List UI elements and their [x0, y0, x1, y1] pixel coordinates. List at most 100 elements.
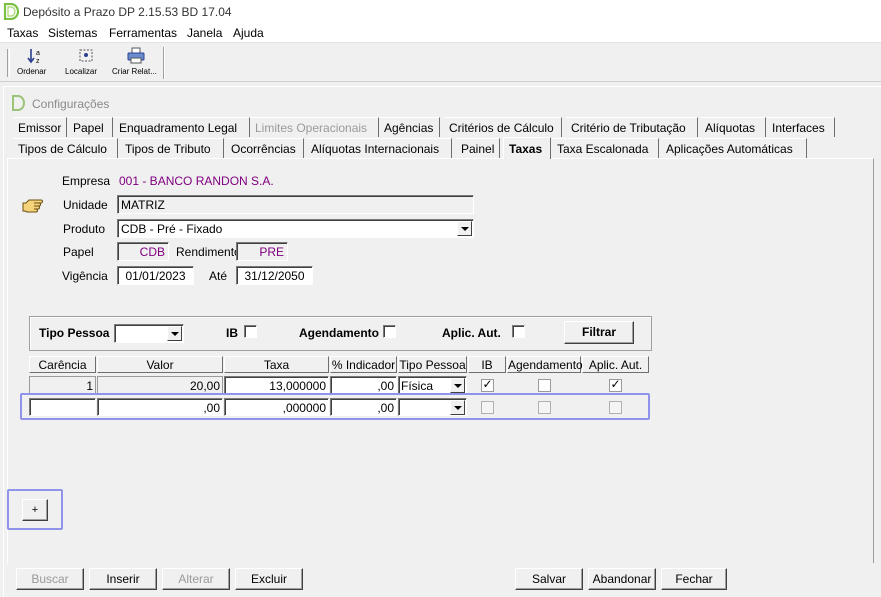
tab-agencias[interactable]: Agências — [379, 117, 440, 137]
alterar-button[interactable]: Alterar — [162, 568, 230, 590]
cell-tipo-pessoa-value: Física — [401, 379, 434, 393]
cell-indicador[interactable]: ,00 — [330, 398, 397, 416]
tab-emissor[interactable]: Emissor — [13, 117, 67, 137]
cell-valor[interactable]: ,00 — [97, 398, 223, 416]
criar-relat-button[interactable]: Criar Relat... — [112, 47, 160, 80]
chevron-down-icon[interactable] — [450, 400, 465, 415]
ordenar-button[interactable]: a z Ordenar — [17, 47, 55, 80]
localizar-label: Localizar — [65, 67, 98, 76]
sort-az-icon: a z — [27, 49, 40, 65]
filter-ib-checkbox[interactable] — [244, 325, 257, 338]
produto-select[interactable]: CDB - Pré - Fixado — [117, 219, 474, 238]
cell-carencia[interactable]: 1 — [29, 376, 96, 394]
tab-criterio-de-tributacao[interactable]: Critério de Tributação — [566, 117, 698, 137]
fechar-button[interactable]: Fechar — [661, 568, 727, 590]
tab-painel[interactable]: Painel — [456, 138, 500, 158]
cell-aplic-aut-checkbox[interactable] — [609, 401, 622, 414]
filter-agendamento-label: Agendamento — [299, 326, 380, 340]
abandonar-button[interactable]: Abandonar — [588, 568, 656, 590]
tab-tipos-de-tributo[interactable]: Tipos de Tributo — [120, 138, 224, 158]
salvar-button[interactable]: Salvar — [515, 568, 583, 590]
cell-tipo-pessoa-select[interactable]: Física — [398, 376, 467, 394]
tab-taxa-escalonada[interactable]: Taxa Escalonada — [552, 138, 659, 158]
filtrar-button[interactable]: Filtrar — [564, 321, 634, 344]
printer-icon — [127, 47, 145, 64]
find-icon — [79, 49, 93, 62]
ate-label: Até — [209, 269, 228, 283]
papel-label: Papel — [63, 245, 94, 259]
produto-label: Produto — [63, 222, 106, 236]
produto-select-value: CDB - Pré - Fixado — [121, 222, 223, 236]
toolbar: a z Ordenar Localizar Criar Relat... — [0, 42, 881, 82]
tab-papel[interactable]: Papel — [68, 117, 113, 137]
excluir-button[interactable]: Excluir — [235, 568, 303, 590]
filter-aplic-aut-label: Aplic. Aut. — [442, 326, 501, 340]
chevron-down-icon[interactable] — [457, 221, 472, 236]
vigencia-field[interactable]: 01/01/2023 — [117, 266, 194, 285]
filter-aplic-aut-checkbox[interactable] — [512, 325, 525, 338]
toolbar-separator — [163, 47, 165, 79]
col-aplic-aut[interactable]: Aplic. Aut. — [582, 356, 649, 373]
rendimento-field: PRE — [236, 242, 288, 261]
ordenar-label: Ordenar — [17, 67, 47, 76]
window-logo-icon — [12, 95, 25, 111]
menu-janela[interactable]: Janela — [187, 26, 222, 40]
vigencia-label: Vigência — [62, 269, 108, 283]
menu-sistemas[interactable]: Sistemas — [48, 26, 97, 40]
inserir-button[interactable]: Inserir — [89, 568, 157, 590]
tab-limites-operacionais[interactable]: Limites Operacionais — [250, 117, 379, 137]
papel-field: CDB — [117, 242, 169, 261]
cell-ib-checkbox[interactable] — [481, 401, 494, 414]
cell-indicador[interactable]: ,00 — [330, 376, 397, 394]
filter-tipo-pessoa-select[interactable] — [114, 324, 184, 343]
menu-taxas[interactable]: Taxas — [7, 26, 38, 40]
cell-ib-checkbox[interactable]: ✓ — [481, 377, 494, 392]
add-row-button[interactable]: + — [22, 499, 48, 521]
buscar-button[interactable]: Buscar — [16, 568, 84, 590]
menu-ferramentas[interactable]: Ferramentas — [109, 26, 177, 40]
col-taxa[interactable]: Taxa — [224, 356, 329, 373]
tab-tipos-de-calculo[interactable]: Tipos de Cálculo — [13, 138, 118, 158]
tab-interfaces[interactable]: Interfaces — [767, 117, 835, 137]
cell-taxa[interactable]: ,000000 — [224, 398, 329, 416]
window-title: Configurações — [32, 97, 110, 111]
localizar-button[interactable]: Localizar — [65, 47, 107, 80]
col-valor[interactable]: Valor — [97, 356, 223, 373]
tab-ocorrencias[interactable]: Ocorrências — [226, 138, 304, 158]
filter-tipo-pessoa-label: Tipo Pessoa — [39, 326, 110, 340]
empresa-value: 001 - BANCO RANDON S.A. — [119, 174, 274, 188]
tab-aliquotas-internacionais[interactable]: Alíquotas Internacionais — [306, 138, 452, 158]
cell-valor[interactable]: 20,00 — [97, 376, 223, 394]
ate-field[interactable]: 31/12/2050 — [236, 266, 313, 285]
svg-text:z: z — [36, 58, 40, 65]
rendimento-label: Rendimento — [176, 245, 241, 259]
filter-ib-label: IB — [226, 326, 238, 340]
filter-agendamento-checkbox[interactable] — [383, 325, 396, 338]
cell-agendamento-checkbox[interactable] — [538, 401, 551, 414]
col-indicador[interactable]: % Indicador — [330, 356, 397, 373]
cell-carencia[interactable] — [29, 398, 96, 416]
tab-aliquotas[interactable]: Alíquotas — [700, 117, 766, 137]
tab-enquadramento-legal[interactable]: Enquadramento Legal — [114, 117, 250, 137]
cell-tipo-pessoa-select[interactable] — [398, 398, 467, 416]
chevron-down-icon[interactable] — [450, 378, 465, 393]
menu-bar: Taxas Sistemas Ferramentas Janela Ajuda — [0, 24, 881, 42]
tab-criterios-de-calculo[interactable]: Critérios de Cálculo — [444, 117, 562, 137]
criar-relat-label: Criar Relat... — [112, 67, 157, 76]
chevron-down-icon[interactable] — [167, 326, 182, 341]
col-carencia[interactable]: Carência — [29, 356, 96, 373]
cell-aplic-aut-checkbox[interactable]: ✓ — [609, 377, 622, 392]
unidade-label: Unidade — [63, 198, 108, 212]
menu-ajuda[interactable]: Ajuda — [233, 26, 264, 40]
cell-agendamento-checkbox[interactable] — [538, 379, 551, 392]
app-title: Depósito a Prazo DP 2.15.53 BD 17.04 — [23, 5, 232, 19]
col-ib[interactable]: IB — [468, 356, 506, 373]
col-tipo-pessoa[interactable]: Tipo Pessoa — [398, 356, 467, 373]
svg-text:a: a — [36, 50, 40, 57]
cell-taxa[interactable]: 13,000000 — [224, 376, 329, 394]
toolbar-grip[interactable] — [7, 49, 10, 77]
tab-taxas[interactable]: Taxas — [503, 137, 551, 159]
unidade-field: MATRIZ — [117, 195, 474, 214]
col-agendamento[interactable]: Agendamento — [507, 356, 583, 373]
tab-aplicacoes-automaticas[interactable]: Aplicações Automáticas — [661, 138, 807, 158]
